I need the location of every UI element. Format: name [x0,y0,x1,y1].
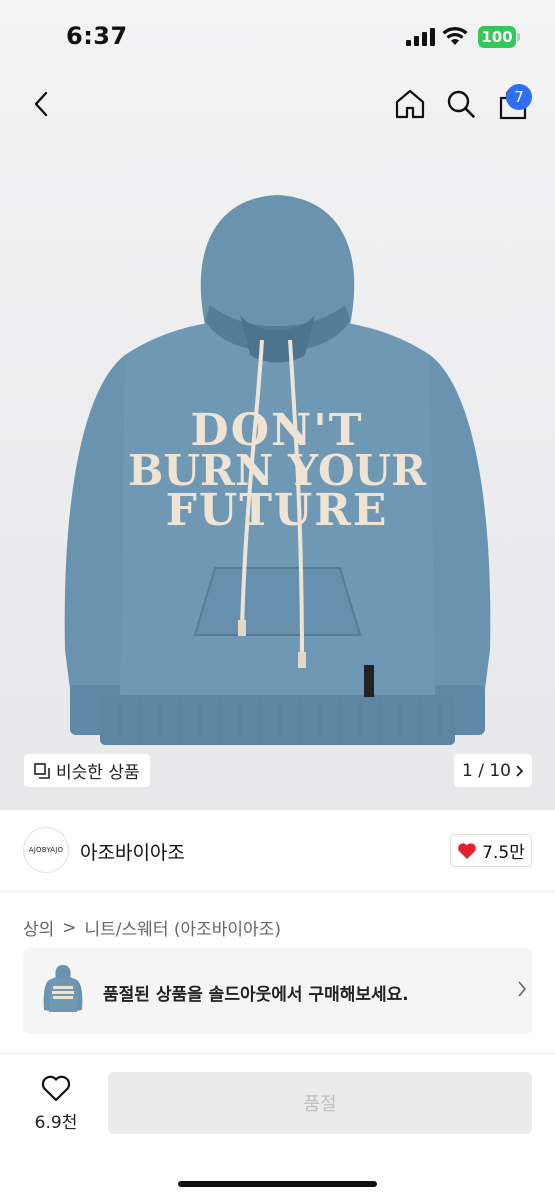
chevron-right-icon [518,981,527,997]
breadcrumb-subcategory[interactable]: 니트/스웨터 (아조바이아조) [85,915,281,940]
wishlist-count: 6.9천 [34,1113,78,1133]
similar-products-label: 비슷한 상품 [56,763,140,783]
search-icon [447,90,475,118]
heart-outline-icon [41,1075,71,1102]
home-button[interactable] [390,84,430,124]
similar-products-button[interactable]: 비슷한 상품 [24,754,150,787]
wishlist-button[interactable]: 6.9천 [28,1072,84,1134]
sold-out-button[interactable]: 품절 [108,1072,532,1134]
heart-filled-icon [458,842,476,859]
brand-logo[interactable]: AJOBYAJO [23,827,69,873]
breadcrumb: 상의 > 니트/스웨터 (아조바이아조) [23,915,281,941]
image-page-counter[interactable]: 1 / 10 [454,754,532,787]
page-counter-text: 1 / 10 [462,760,511,781]
battery-indicator: 100 [478,26,520,48]
home-icon [395,89,425,119]
brand-row[interactable]: AJOBYAJO 아조바이아조 7.5만 [0,810,555,892]
soldout-banner-text: 품절된 상품을 솔드아웃에서 구매해보세요. [103,985,409,1005]
status-bar: 6:37 100 [0,0,555,70]
hoodie-thumbnail [43,965,83,1012]
wifi-icon [442,26,468,45]
brand-like-button[interactable]: 7.5만 [450,834,532,867]
brand-like-count: 7.5만 [482,843,525,863]
back-button[interactable] [22,84,62,124]
chevron-left-icon [34,91,48,117]
sold-out-label: 품절 [303,1094,337,1115]
copy-icon [34,762,50,779]
cart-count-badge: 7 [506,84,532,110]
breadcrumb-category[interactable]: 상의 [23,915,54,940]
soldout-banner[interactable]: 품절된 상품을 솔드아웃에서 구매해보세요. [23,948,532,1034]
search-button[interactable] [441,84,481,124]
hoodie-product-image: DON'T BURN YOUR FUTURE [64,195,491,745]
chevron-right-icon [516,764,524,777]
product-image-area[interactable]: 6:37 100 7 DON'T BURN YOUR FUTURE 비슷한 상품… [0,0,555,810]
status-time: 6:37 [66,22,128,50]
breadcrumb-separator: > [62,917,77,938]
bottom-divider [0,1053,555,1054]
svg-text:FUTURE: FUTURE [166,485,389,536]
brand-logo-text: AJOBYAJO [28,846,64,854]
home-indicator[interactable] [178,1181,377,1187]
brand-name[interactable]: 아조바이아조 [80,838,185,865]
signal-icon [406,28,435,46]
